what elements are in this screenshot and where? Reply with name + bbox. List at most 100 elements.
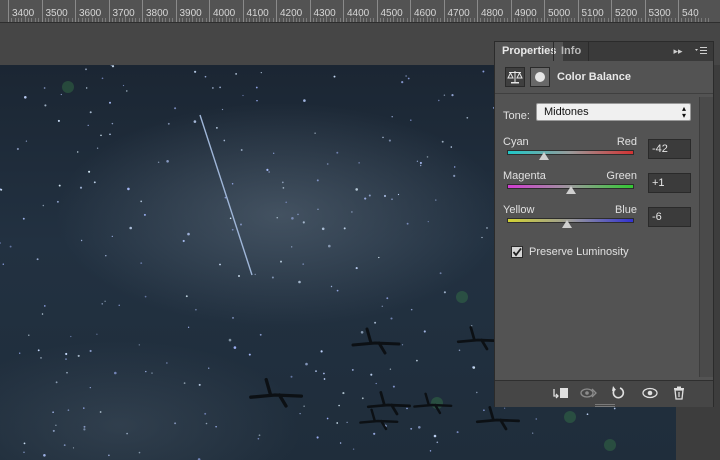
star [271,276,274,279]
tab-info[interactable]: Info [553,42,590,61]
star [382,136,384,139]
star [174,422,177,425]
panel-scrollbar[interactable] [699,97,713,377]
panel-menu-icon[interactable] [693,44,709,58]
color-slider-track[interactable] [507,150,634,155]
star [303,405,305,407]
color-balance-adjustment-icon[interactable] [505,67,525,87]
star [315,370,317,373]
ruler-label: 4000 [213,8,236,19]
star [228,338,232,342]
star [330,285,333,288]
star [111,235,113,238]
star [42,204,45,207]
star [343,227,346,230]
star [427,220,429,223]
star [316,436,319,439]
slider-value-field[interactable]: -42 [648,139,691,159]
star [25,140,28,142]
star [290,375,293,378]
ruler-label: 4200 [280,8,303,19]
ruler-minor-tick [38,18,40,22]
star [483,409,485,412]
ruler-minor-tick [503,18,505,22]
slider-thumb[interactable] [566,186,577,194]
trash-icon[interactable] [669,384,689,402]
star [266,168,269,171]
tone-dropdown[interactable]: Midtones ▴ ▾ [536,103,691,121]
slider-value-field[interactable]: +1 [648,173,691,193]
slider-thumb[interactable] [561,220,572,228]
slider-value-field[interactable]: -6 [648,207,691,227]
ruler-label: 3600 [79,8,102,19]
star [215,126,218,129]
ruler-major-tick [276,0,277,22]
preserve-luminosity-checkbox[interactable] [511,246,523,258]
star [336,151,339,154]
flying-crane [359,408,399,431]
ruler-minor-tick [105,18,107,22]
panel-tab-bar: Properties Info ▸▸ [495,42,713,61]
collapse-panel-icon[interactable]: ▸▸ [671,44,685,58]
star [166,160,169,163]
ruler-major-tick [443,0,445,22]
preserve-luminosity-label[interactable]: Preserve Luminosity [529,246,629,258]
star [392,385,395,388]
star [328,244,331,248]
star [276,217,278,219]
star [320,350,323,353]
star [423,330,426,333]
star [456,431,459,434]
ruler-major-tick [410,0,411,22]
slider-thumb[interactable] [538,152,549,160]
star [19,352,21,354]
ruler-major-tick [108,0,110,22]
star [280,260,282,263]
green-glow [456,291,468,303]
star [378,256,380,259]
layer-mask-icon[interactable] [530,67,550,87]
star [336,422,339,424]
star [426,156,429,158]
ruler-label: 4900 [514,8,537,19]
star [194,70,197,73]
star [386,297,389,300]
star [239,223,243,226]
ruler-major-tick [544,0,545,22]
star [433,434,437,438]
star [221,108,224,111]
ruler-major-tick [644,0,646,22]
slider-right-label: Red [616,136,637,148]
star [375,382,377,385]
star [65,352,68,356]
star [110,65,112,67]
star [111,122,114,125]
slider-right-label: Blue [614,204,637,216]
star [72,447,75,449]
star [358,162,360,164]
panel-resize-grip[interactable] [595,399,615,407]
star [138,344,140,346]
star [476,391,478,394]
star [24,96,27,99]
star [368,194,371,197]
clip-to-layer-icon[interactable] [550,384,570,402]
ruler-minor-tick [306,18,308,22]
ruler-minor-tick [637,18,639,22]
ruler-minor-tick [540,18,542,22]
tone-label: Tone: [503,110,530,122]
ruler-major-tick [309,0,311,22]
star [23,442,26,445]
star [167,122,170,125]
star [185,295,188,298]
star [321,227,325,231]
star [122,84,125,87]
ruler-minor-tick [708,18,710,22]
star [458,349,461,352]
star [257,437,260,440]
star [89,349,92,353]
star [361,397,364,400]
star [104,300,106,302]
visibility-eye-icon[interactable] [640,384,660,402]
star [302,263,305,265]
